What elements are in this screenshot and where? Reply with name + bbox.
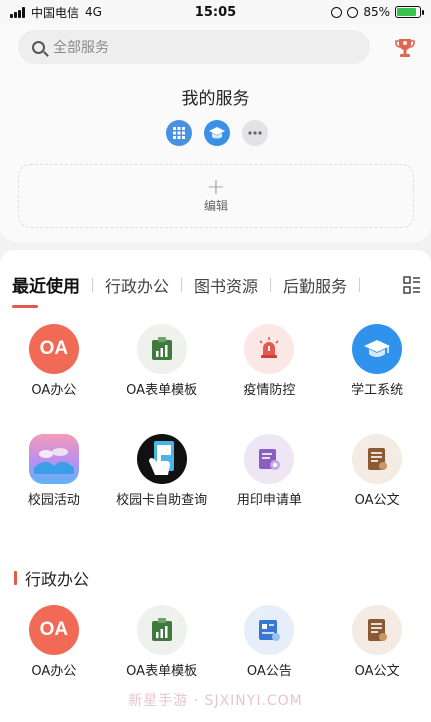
network: 4G [85, 5, 102, 19]
app-label: OA办公 [31, 383, 77, 398]
app-oa-form-template[interactable]: OA表单模板 [108, 324, 216, 399]
more-icon[interactable] [242, 120, 268, 146]
app-seal-application[interactable]: 用印申请单 [216, 434, 324, 509]
app-label: 用印申请单 [236, 493, 302, 508]
tab-divider [359, 277, 361, 292]
section-title: 行政办公 [25, 570, 90, 589]
section-accent-bar [14, 571, 17, 585]
category-tabs: 最近使用 行政办公 图书资源 后勤服务 [12, 272, 361, 297]
tab-logistics[interactable]: 后勤服务 [271, 273, 359, 297]
app-oa-office[interactable]: OA OA办公 [0, 324, 108, 399]
notice-icon [244, 605, 295, 655]
my-services-title: 我的服务 [181, 89, 250, 109]
tab-library[interactable]: 图书资源 [182, 273, 270, 297]
seal-form-icon [244, 434, 295, 484]
app-campus-card-query[interactable]: 校园卡自助查询 [108, 434, 216, 509]
my-services-card: 全部服务 我的服务 + 编辑 [0, 24, 431, 242]
battery-icon [395, 6, 424, 18]
building-icon[interactable] [166, 120, 192, 146]
plus-icon: + [206, 174, 226, 200]
alarm-light-icon [244, 324, 295, 374]
tab-admin-office[interactable]: 行政办公 [93, 273, 181, 297]
recent-apps-row-2: 校园活动 校园卡自助查询 用印申请单 OA公文 [0, 434, 431, 509]
admin-apps-row: OA OA办公 OA表单模板 OA公告 OA公文 [0, 605, 431, 680]
app-epidemic-control[interactable]: 疫情防控 [216, 324, 324, 399]
orientation-lock-icon [331, 6, 343, 18]
active-tab-indicator [12, 305, 38, 308]
app-label: OA办公 [31, 664, 77, 679]
app-label: 学工系统 [351, 383, 404, 398]
category-grid-icon[interactable] [403, 276, 421, 294]
trophy-icon[interactable] [393, 36, 417, 60]
search-placeholder: 全部服务 [53, 40, 109, 56]
section-admin-office: 行政办公 [14, 566, 89, 590]
app-label: OA公文 [354, 493, 400, 508]
tab-recent[interactable]: 最近使用 [12, 272, 92, 297]
app-campus-activities[interactable]: 校园活动 [0, 434, 108, 509]
watermark: 新星手游 · SJXINYI.COM [128, 693, 303, 709]
my-services-icons [166, 120, 268, 146]
app-label: 疫情防控 [243, 383, 296, 398]
edit-services-button[interactable]: + 编辑 [18, 164, 414, 228]
status-bar: 中国电信 4G 15:05 85% [0, 0, 431, 24]
carrier: 中国电信 [31, 5, 80, 20]
battery-percent: 85% [363, 5, 390, 19]
app-student-affairs[interactable]: 学工系统 [323, 324, 431, 399]
app-oa-document[interactable]: OA公文 [323, 605, 431, 680]
edit-label: 编辑 [203, 198, 228, 213]
search-icon [32, 40, 45, 54]
landscape-icon [28, 434, 79, 484]
graduation-cap-icon [352, 324, 403, 374]
graduation-cap-icon[interactable] [204, 120, 230, 146]
document-icon [352, 434, 403, 484]
app-label: 校园活动 [27, 493, 80, 508]
search-bar[interactable]: 全部服务 [18, 30, 370, 64]
app-oa-form-template[interactable]: OA表单模板 [108, 605, 216, 680]
document-icon [352, 605, 403, 655]
chart-board-icon [136, 605, 187, 655]
app-label: OA表单模板 [126, 383, 198, 398]
clock: 15:05 [194, 4, 237, 20]
app-oa-office[interactable]: OA OA办公 [0, 605, 108, 680]
oa-icon: OA [28, 605, 79, 655]
chart-board-icon [136, 324, 187, 374]
signal-icon [10, 6, 25, 18]
alarm-icon [347, 6, 359, 18]
app-oa-notice[interactable]: OA公告 [216, 605, 324, 680]
app-oa-document[interactable]: OA公文 [323, 434, 431, 509]
app-label: 校园卡自助查询 [116, 493, 208, 508]
recent-apps-row-1: OA OA办公 OA表单模板 疫情防控 学工系统 [0, 324, 431, 399]
card-hand-icon [136, 434, 187, 484]
app-label: OA公文 [354, 664, 400, 679]
oa-icon: OA [28, 324, 79, 374]
app-label: OA表单模板 [126, 664, 198, 679]
services-panel: 最近使用 行政办公 图书资源 后勤服务 OA OA办公 OA表单模板 疫情防控 … [0, 250, 431, 722]
app-label: OA公告 [246, 664, 292, 679]
